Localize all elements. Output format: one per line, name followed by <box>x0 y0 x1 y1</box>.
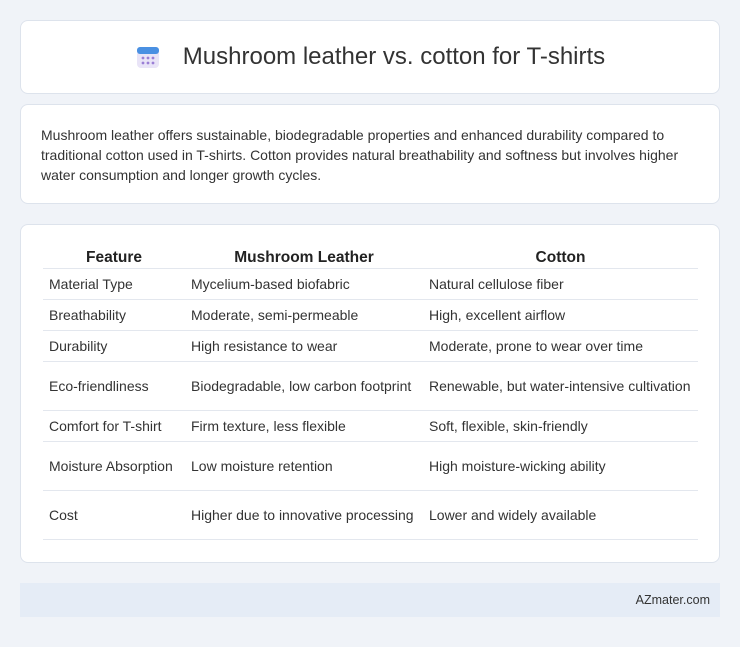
table-row: Moisture Absorption Low moisture retenti… <box>43 442 698 491</box>
cotton-cell: High, excellent airflow <box>423 300 698 331</box>
mushroom-cell: Moderate, semi-permeable <box>185 300 423 331</box>
title-wrap: Mushroom leather vs. cotton for T-shirts <box>135 43 605 71</box>
mushroom-cell: Higher due to innovative processing <box>185 491 423 540</box>
mushroom-cell: Biodegradable, low carbon footprint <box>185 362 423 411</box>
table-row: Cost Higher due to innovative processing… <box>43 491 698 540</box>
mushroom-cell: High resistance to wear <box>185 331 423 362</box>
summary-card: Mushroom leather offers sustainable, bio… <box>20 104 720 204</box>
footer-brand[interactable]: AZmater.com <box>636 593 710 607</box>
feature-cell: Comfort for T-shirt <box>43 411 185 442</box>
header-mushroom-leather: Mushroom Leather <box>185 247 423 269</box>
comparison-card: Feature Mushroom Leather Cotton Material… <box>20 224 720 563</box>
feature-cell: Cost <box>43 491 185 540</box>
header-feature: Feature <box>43 247 185 269</box>
feature-cell: Moisture Absorption <box>43 442 185 491</box>
cotton-cell: Soft, flexible, skin-friendly <box>423 411 698 442</box>
table-row: Breathability Moderate, semi-permeable H… <box>43 300 698 331</box>
header-cotton: Cotton <box>423 247 698 269</box>
mushroom-cell: Firm texture, less flexible <box>185 411 423 442</box>
calendar-icon <box>135 44 161 70</box>
feature-cell: Durability <box>43 331 185 362</box>
table-header-row: Feature Mushroom Leather Cotton <box>43 247 698 269</box>
footer-bar: AZmater.com <box>20 583 720 617</box>
table-row: Durability High resistance to wear Moder… <box>43 331 698 362</box>
cotton-cell: Renewable, but water-intensive cultivati… <box>423 362 698 411</box>
table-row: Comfort for T-shirt Firm texture, less f… <box>43 411 698 442</box>
feature-cell: Eco-friendliness <box>43 362 185 411</box>
cotton-cell: High moisture-wicking ability <box>423 442 698 491</box>
cotton-cell: Moderate, prone to wear over time <box>423 331 698 362</box>
summary-text: Mushroom leather offers sustainable, bio… <box>41 127 679 183</box>
cotton-cell: Lower and widely available <box>423 491 698 540</box>
feature-cell: Material Type <box>43 269 185 300</box>
feature-cell: Breathability <box>43 300 185 331</box>
table-row: Material Type Mycelium-based biofabric N… <box>43 269 698 300</box>
cotton-cell: Natural cellulose fiber <box>423 269 698 300</box>
table-row: Eco-friendliness Biodegradable, low carb… <box>43 362 698 411</box>
mushroom-cell: Mycelium-based biofabric <box>185 269 423 300</box>
mushroom-cell: Low moisture retention <box>185 442 423 491</box>
title-card: Mushroom leather vs. cotton for T-shirts <box>20 20 720 94</box>
comparison-table: Feature Mushroom Leather Cotton Material… <box>43 247 698 540</box>
page-title: Mushroom leather vs. cotton for T-shirts <box>182 43 606 70</box>
